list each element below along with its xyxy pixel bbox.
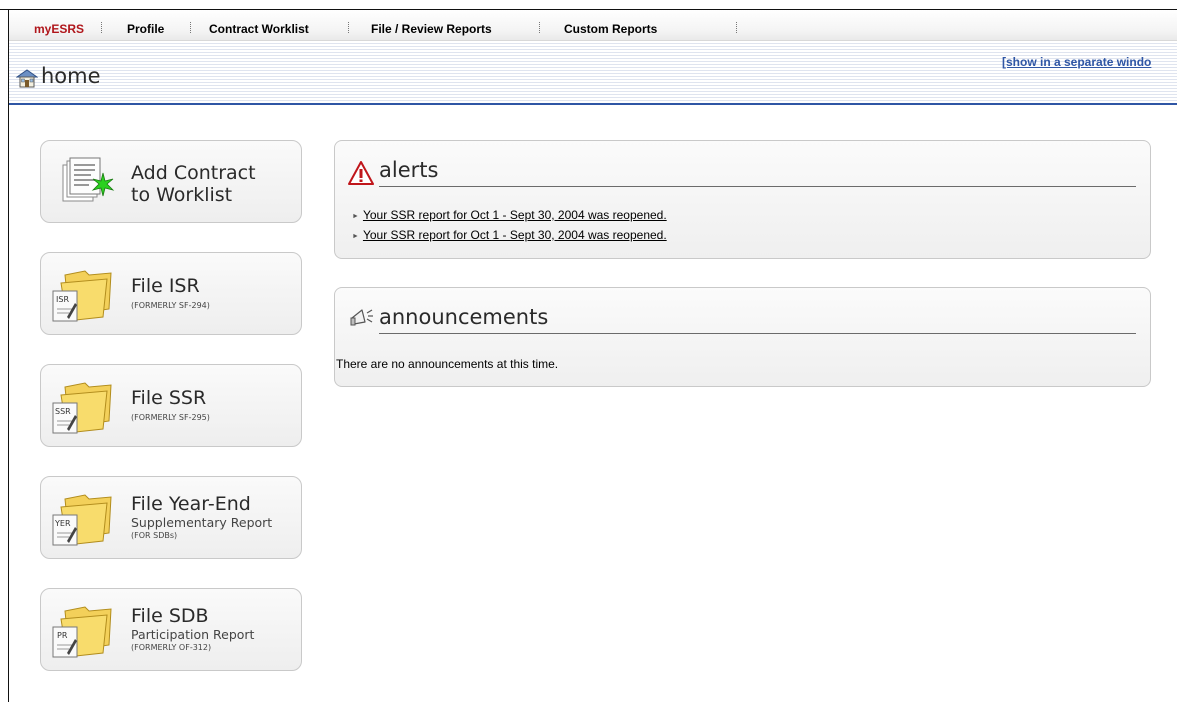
tile-subtitle-small: (FORMERLY SF-295) bbox=[131, 413, 210, 422]
nav-file-review-reports[interactable]: File / Review Reports bbox=[371, 22, 492, 36]
file-sdb-tile[interactable]: PR File SDB Participation Report (FORMER… bbox=[40, 588, 302, 671]
window-top-border bbox=[0, 0, 1177, 10]
alert-link[interactable]: ► Your SSR report for Oct 1 - Sept 30, 20… bbox=[352, 208, 667, 222]
add-contract-tile[interactable]: Add Contract to Worklist bbox=[40, 140, 302, 223]
page-title: home bbox=[41, 64, 101, 88]
home-icon bbox=[16, 69, 38, 88]
tile-subtitle-small: (FORMERLY SF-294) bbox=[131, 301, 210, 310]
bullet-arrow-icon: ► bbox=[352, 233, 359, 240]
alerts-divider bbox=[379, 186, 1136, 187]
alerts-title: alerts bbox=[379, 158, 439, 182]
nav-custom-reports[interactable]: Custom Reports bbox=[564, 22, 657, 36]
page-header bbox=[9, 41, 1177, 105]
tile-title: File SSR bbox=[131, 387, 207, 409]
tile-subtitle: Participation Report bbox=[131, 627, 255, 642]
nav-separator bbox=[348, 22, 349, 33]
file-year-end-tile[interactable]: YER File Year-End Supplementary Report (… bbox=[40, 476, 302, 559]
alert-link[interactable]: ► Your SSR report for Oct 1 - Sept 30, 20… bbox=[352, 228, 667, 242]
tile-icon-label: SSR bbox=[55, 407, 71, 416]
alert-link-text: Your SSR report for Oct 1 - Sept 30, 200… bbox=[362, 208, 667, 222]
announcements-title: announcements bbox=[379, 305, 549, 329]
nav-separator bbox=[736, 22, 737, 33]
nav-separator bbox=[539, 22, 540, 33]
alerts-panel: alerts ► Your SSR report for Oct 1 - Sept… bbox=[334, 140, 1151, 259]
announcements-divider bbox=[379, 333, 1136, 334]
window-left-border bbox=[8, 9, 9, 702]
nav-separator bbox=[190, 22, 191, 33]
file-isr-tile[interactable]: ISR File ISR (FORMERLY SF-294) bbox=[40, 252, 302, 335]
tile-subtitle-small: (FORMERLY OF-312) bbox=[131, 643, 212, 652]
tile-icon-label: YER bbox=[55, 519, 71, 528]
tile-icon-label: ISR bbox=[56, 295, 69, 304]
tile-title: File Year-End bbox=[131, 493, 251, 515]
tile-subtitle-small: (FOR SDBs) bbox=[131, 531, 178, 540]
tile-title: Add Contract bbox=[131, 162, 256, 184]
file-ssr-tile[interactable]: SSR File SSR (FORMERLY SF-295) bbox=[40, 364, 302, 447]
warning-icon bbox=[348, 161, 374, 185]
announcements-message: There are no announcements at this time. bbox=[336, 357, 559, 371]
tile-title: to Worklist bbox=[131, 184, 233, 206]
megaphone-icon bbox=[350, 309, 373, 326]
tile-title: File SDB bbox=[131, 605, 209, 627]
nav-separator bbox=[101, 22, 102, 33]
top-nav: myESRS Profile Contract Worklist File / … bbox=[9, 10, 1177, 41]
tile-subtitle: Supplementary Report bbox=[131, 515, 273, 530]
nav-myesrs[interactable]: myESRS bbox=[34, 22, 84, 36]
tile-title: File ISR bbox=[131, 275, 200, 297]
announcements-panel: announcements There are no announcements… bbox=[334, 287, 1151, 387]
nav-profile[interactable]: Profile bbox=[127, 22, 164, 36]
alert-link-text: Your SSR report for Oct 1 - Sept 30, 200… bbox=[362, 228, 667, 242]
separate-window-link[interactable]: [show in a separate windo bbox=[1002, 55, 1151, 69]
tile-icon-label: PR bbox=[57, 631, 68, 640]
nav-contract-worklist[interactable]: Contract Worklist bbox=[209, 22, 309, 36]
add-contract-icon bbox=[62, 157, 115, 202]
bullet-arrow-icon: ► bbox=[352, 213, 359, 220]
